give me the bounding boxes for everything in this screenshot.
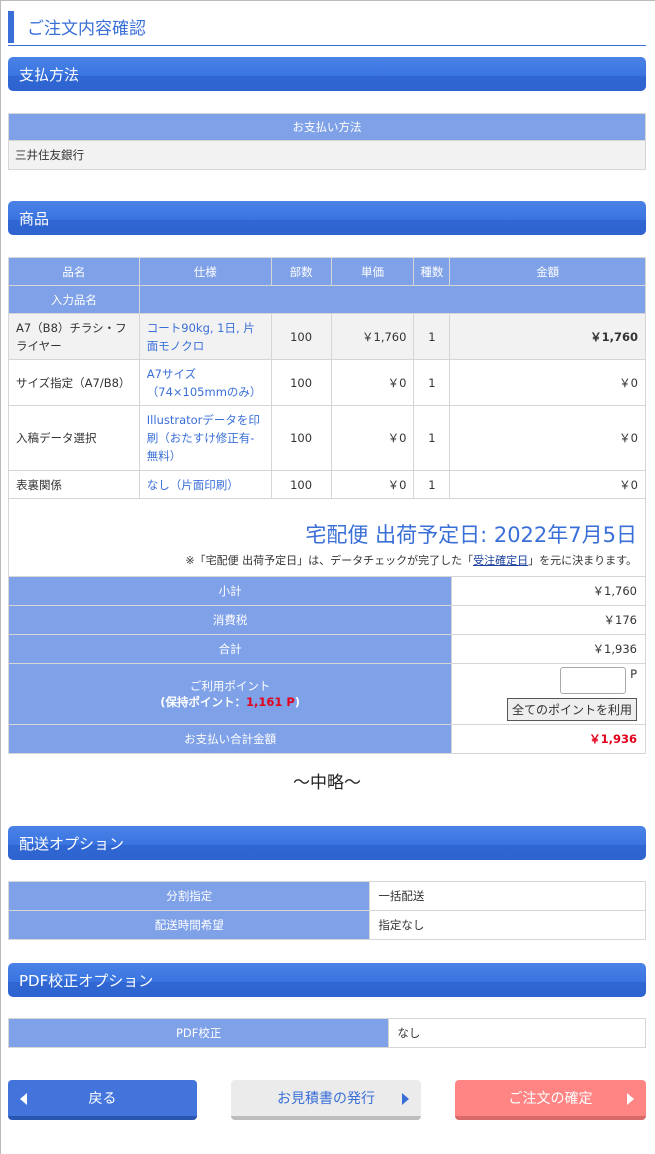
- delivery-time-value: 指定なし: [369, 910, 646, 940]
- product-name: A7（B8）チラシ・フライヤー: [8, 313, 140, 360]
- shipping-date-title: 宅配便 出荷予定日: 2022年7月5日: [305, 523, 637, 547]
- points-held-suffix: ): [294, 695, 301, 709]
- product-name: 入稿データ選択: [8, 405, 140, 471]
- page-title-text: ご注文内容確認: [27, 19, 146, 39]
- delivery-options-table: 分割指定 一括配送 配送時間希望 指定なし: [7, 881, 646, 940]
- product-name: 表裏関係: [8, 470, 140, 499]
- points-label-cell: ご利用ポイント (保持ポイント：1,161 P): [7, 663, 453, 725]
- col-header-amount: 金額: [449, 257, 646, 286]
- total-value: ￥1,936: [451, 634, 646, 664]
- product-spec: コート90kg, 1日, 片面モノクロ: [138, 313, 272, 360]
- shipping-date-box: 宅配便 出荷予定日: 2022年7月5日 ※「宅配便 出荷予定日」は、データチェ…: [8, 499, 646, 576]
- col-header-kinds: 種数: [413, 257, 451, 286]
- col-header-input-name: 入力品名: [8, 285, 140, 314]
- back-button-label: 戻る: [88, 1091, 117, 1107]
- product-spec: A7サイズ（74×105mmのみ）: [138, 359, 272, 406]
- section-header-payment: 支払方法: [8, 57, 646, 91]
- section-header-products: 商品: [8, 201, 646, 235]
- product-unit-price: ￥1,760: [330, 313, 415, 360]
- payment-total-value: ￥1,936: [451, 724, 646, 754]
- product-amount: ￥1,760: [449, 313, 646, 360]
- pdf-proof-label: PDF校正: [7, 1018, 390, 1048]
- tax-value: ￥176: [451, 605, 646, 635]
- chevron-right-icon: [627, 1093, 634, 1105]
- chevron-left-icon: [20, 1093, 27, 1105]
- pdf-options-table: PDF校正 なし: [7, 1018, 646, 1048]
- section-header-delivery-options: 配送オプション: [8, 826, 646, 860]
- chevron-right-icon: [402, 1093, 409, 1105]
- shipping-note-after: 」を元に決まります。: [528, 554, 637, 567]
- table-row: 表裏関係 なし（片面印刷） 100 ￥0 1 ￥0: [8, 470, 646, 499]
- product-spec: Illustratorデータを印刷（おたすけ修正有-無料）: [138, 405, 272, 471]
- product-kinds: 1: [413, 313, 451, 360]
- confirm-order-button-label: ご注文の確定: [508, 1091, 593, 1107]
- col-header-spec: 仕様: [138, 257, 272, 286]
- back-button[interactable]: 戻る: [8, 1080, 197, 1120]
- points-input-cell: P 全てのポイントを利用: [451, 663, 646, 725]
- product-amount: ￥0: [449, 405, 646, 471]
- product-spec: なし（片面印刷）: [138, 470, 272, 499]
- issue-quote-button[interactable]: お見積書の発行: [231, 1080, 421, 1120]
- split-delivery-value: 一括配送: [369, 881, 646, 911]
- product-amount: ￥0: [449, 470, 646, 499]
- points-label: ご利用ポイント: [189, 679, 271, 693]
- points-input[interactable]: [560, 667, 627, 694]
- payment-total-label: お支払い合計金額: [7, 724, 453, 754]
- product-qty: 100: [270, 405, 332, 471]
- use-all-points-button[interactable]: 全てのポイントを利用: [506, 698, 637, 721]
- subtotal-value: ￥1,760: [451, 576, 646, 606]
- product-unit-price: ￥0: [330, 405, 415, 471]
- product-kinds: 1: [413, 405, 451, 471]
- payment-method-value: 三井住友銀行: [8, 140, 646, 170]
- tax-label: 消費税: [7, 605, 453, 635]
- issue-quote-button-label: お見積書の発行: [277, 1091, 375, 1107]
- split-delivery-label: 分割指定: [7, 881, 371, 911]
- product-kinds: 1: [413, 470, 451, 499]
- table-row: A7（B8）チラシ・フライヤー コート90kg, 1日, 片面モノクロ 100 …: [8, 313, 646, 360]
- table-row: サイズ指定（A7/B8） A7サイズ（74×105mmのみ） 100 ￥0 1 …: [8, 359, 646, 406]
- page-title: ご注文内容確認: [8, 8, 646, 46]
- points-unit: P: [630, 667, 637, 681]
- col-header-unit-price: 単価: [330, 257, 415, 286]
- shipping-date-note: ※「宅配便 出荷予定日」は、データチェックが完了した「受注確定日」を元に決まりま…: [185, 552, 637, 568]
- omitted-marker: ～中略～: [293, 773, 361, 793]
- product-qty: 100: [270, 313, 332, 360]
- product-kinds: 1: [413, 359, 451, 406]
- product-unit-price: ￥0: [330, 359, 415, 406]
- product-unit-price: ￥0: [330, 470, 415, 499]
- order-confirmed-date-link[interactable]: 受注確定日: [473, 554, 528, 567]
- product-amount: ￥0: [449, 359, 646, 406]
- col-header-qty: 部数: [270, 257, 332, 286]
- table-row: 入稿データ選択 Illustratorデータを印刷（おたすけ修正有-無料） 10…: [8, 405, 646, 471]
- product-name: サイズ指定（A7/B8）: [8, 359, 140, 406]
- col-header-input-name-filler: [138, 285, 647, 314]
- pdf-proof-value: なし: [388, 1018, 646, 1048]
- points-held-prefix: (保持ポイント：: [160, 695, 246, 709]
- shipping-note-before: ※「宅配便 出荷予定日」は、データチェックが完了した「: [185, 554, 474, 567]
- section-header-pdf-options: PDF校正オプション: [8, 963, 646, 997]
- title-accent-bar: [8, 10, 14, 43]
- delivery-time-label: 配送時間希望: [7, 910, 371, 940]
- col-header-name: 品名: [8, 257, 140, 286]
- subtotal-label: 小計: [7, 576, 453, 606]
- products-table: 品名 仕様 部数 単価 種数 金額 入力品名 A7（B8）チラシ・フライヤー コ…: [8, 257, 647, 499]
- payment-table: お支払い方法 三井住友銀行: [8, 113, 646, 170]
- points-held: (保持ポイント：1,161 P): [9, 694, 451, 710]
- total-label: 合計: [7, 634, 453, 664]
- payment-method-header: お支払い方法: [8, 113, 646, 141]
- product-qty: 100: [270, 359, 332, 406]
- product-qty: 100: [270, 470, 332, 499]
- confirm-order-button[interactable]: ご注文の確定: [455, 1080, 646, 1120]
- summary-table: 小計 ￥1,760 消費税 ￥176 合計 ￥1,936 ご利用ポイント (保持…: [7, 576, 646, 754]
- points-held-value: 1,161 P: [245, 695, 295, 709]
